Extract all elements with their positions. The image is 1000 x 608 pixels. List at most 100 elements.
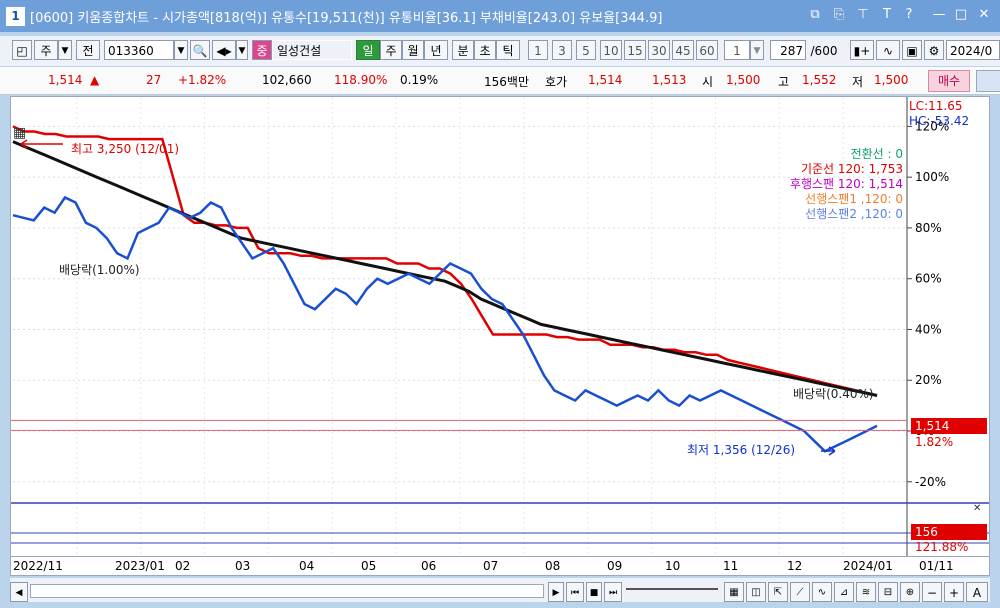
price-change-pct: +1.82% [178, 73, 227, 87]
pin-icon[interactable]: ⊤ [854, 6, 872, 24]
interval-button-45[interactable]: 45 [672, 40, 694, 60]
minus-icon[interactable]: − [922, 582, 942, 602]
y-tick-label: -20% [915, 475, 946, 489]
font-icon[interactable]: T [878, 6, 896, 24]
help-icon[interactable]: ? [900, 6, 918, 24]
interval-button-15[interactable]: 15 [624, 40, 646, 60]
rewind-icon[interactable]: ⏮ [566, 582, 584, 602]
interval-input[interactable]: 1 [724, 40, 750, 60]
volume-ratio: 118.90% [334, 73, 388, 87]
x-label: 09 [607, 559, 623, 573]
interval-dropdown-icon[interactable]: ▼ [750, 40, 764, 60]
hc-label: HC:-53.42 [909, 114, 970, 128]
add-indicator-icon[interactable]: ▮+ [850, 40, 874, 60]
chart-area[interactable]: 120%100%80%60%40%20%0%-20% ▦ LC:11.65 HC… [10, 96, 990, 558]
chart-series [12, 125, 878, 453]
low-price: 1,500 [874, 73, 909, 87]
x-axis: 2022/11 2023/01 02 03 04 05 06 07 08 09 … [10, 556, 990, 576]
low-label: 저 [852, 75, 864, 89]
fibo-tool-icon[interactable]: ≋ [856, 582, 876, 602]
interval-button-3[interactable]: 3 [552, 40, 572, 60]
period-button-minute[interactable]: 분 [452, 40, 474, 60]
prev-button[interactable]: 전 [76, 40, 100, 60]
stock-code-input[interactable]: 013360 [104, 40, 174, 60]
maximize-icon[interactable]: □ [952, 6, 970, 24]
open-label: 시 [702, 75, 714, 89]
save-icon[interactable]: ▣ [902, 40, 922, 60]
bid-price: 1,513 [652, 73, 687, 87]
x-label: 04 [299, 559, 315, 573]
chart-type-icon[interactable]: ⊟ [878, 582, 898, 602]
interval-button-10[interactable]: 10 [600, 40, 622, 60]
period-button-day[interactable]: 일 [356, 40, 380, 60]
sell-button-partial[interactable] [976, 70, 1000, 92]
search-icon[interactable]: 🔍 [190, 40, 210, 60]
x-label: 10 [665, 559, 681, 573]
sound-icon[interactable]: ◀▸ [212, 40, 236, 60]
interval-button-5[interactable]: 5 [576, 40, 596, 60]
window-title: [0600] 키움종합차트 - 시가총액[818(억)] 유통수[19,511(… [30, 11, 663, 26]
restore-icon[interactable]: ⧉ [806, 6, 824, 24]
bar-count-input[interactable]: 287 [770, 40, 806, 60]
x-label: 11 [723, 559, 739, 573]
period-button-tick[interactable]: 틱 [496, 40, 520, 60]
stock-badge-icon[interactable]: 중 [252, 40, 272, 60]
sound-dropdown-icon[interactable]: ▼ [236, 40, 248, 60]
line-tool-icon[interactable]: ⟋ [790, 582, 810, 602]
minimize-icon[interactable]: — [930, 6, 948, 24]
date-input[interactable]: 2024/0 [946, 40, 1000, 60]
horizontal-scrollbar[interactable] [30, 584, 544, 598]
zoom-in-icon[interactable]: ⊕ [900, 582, 920, 602]
chevron-down-icon[interactable]: ▼ [58, 40, 72, 60]
play-icon[interactable]: ▶ [548, 582, 564, 602]
dividend-annotation-left: 배당락(1.00%) [59, 263, 140, 277]
chart-grid-toggle-icon[interactable]: ▦ [13, 125, 26, 141]
x-label: 07 [483, 559, 499, 573]
split-view-icon[interactable]: ◫ [746, 582, 766, 602]
wave-tool-icon[interactable]: ∿ [812, 582, 832, 602]
y-tick-label: 80% [915, 221, 942, 235]
period-button-year[interactable]: 년 [424, 40, 448, 60]
code-dropdown-icon[interactable]: ▼ [174, 40, 188, 60]
x-label: 02 [175, 559, 191, 573]
stop-icon[interactable]: ■ [586, 582, 602, 602]
chart-toolbar: ◰ 주 ▼ 전 013360 ▼ 🔍 ◀▸ ▼ 중 일성건설 일 주 월 년 분… [0, 36, 1000, 66]
plus-icon[interactable]: + [944, 582, 964, 602]
interval-button-30[interactable]: 30 [648, 40, 670, 60]
interval-button-1[interactable]: 1 [528, 40, 548, 60]
trend-tool-icon[interactable]: ∿ [876, 40, 900, 60]
current-price: 1,514 [48, 73, 83, 87]
panel-close-icon[interactable]: ✕ [973, 503, 981, 514]
bid-label: 호가 [545, 75, 568, 89]
close-icon[interactable]: ✕ [975, 6, 993, 24]
period-select[interactable]: 주 [34, 40, 58, 60]
window-number-badge: 1 [6, 7, 25, 26]
high-annotation: 최고 3,250 (12/01) [71, 142, 180, 156]
layout-icon[interactable]: ◰ [12, 40, 32, 60]
measure-tool-icon[interactable]: ⊿ [834, 582, 854, 602]
grid-view-icon[interactable]: ▦ [724, 582, 744, 602]
period-button-month[interactable]: 월 [402, 40, 424, 60]
lc-label: LC:11.65 [909, 99, 963, 113]
copy-icon[interactable]: ⎘ [830, 6, 848, 24]
title-bar: 1 [0600] 키움종합차트 - 시가총액[818(억)] 유통수[19,51… [0, 0, 1000, 32]
dividend-annotation-right: 배당락(0.40%) [793, 387, 874, 401]
low-annotation: 최저 1,356 (12/26) [687, 443, 796, 457]
legend-lagging-span: 후행스팬 120: 1,514 [789, 177, 903, 191]
volume-axis-marker: 156 [911, 524, 987, 540]
gear-icon[interactable]: ⚙ [924, 40, 944, 60]
scroll-left-icon[interactable]: ◀ [10, 582, 28, 602]
high-price: 1,552 [802, 73, 837, 87]
period-button-week[interactable]: 주 [380, 40, 402, 60]
trade-amount: 156백만 [484, 75, 529, 89]
forward-icon[interactable]: ⏭ [604, 582, 622, 602]
interval-button-60[interactable]: 60 [696, 40, 718, 60]
buy-button[interactable]: 매수 [928, 70, 970, 92]
series-line [12, 125, 878, 397]
zoom-slider[interactable] [626, 588, 718, 590]
font-size-icon[interactable]: A [966, 582, 988, 602]
series-line [12, 195, 878, 453]
drawing-icon[interactable]: ⇱ [768, 582, 788, 602]
bar-count-max: /600 [806, 40, 842, 60]
period-button-second[interactable]: 초 [474, 40, 496, 60]
